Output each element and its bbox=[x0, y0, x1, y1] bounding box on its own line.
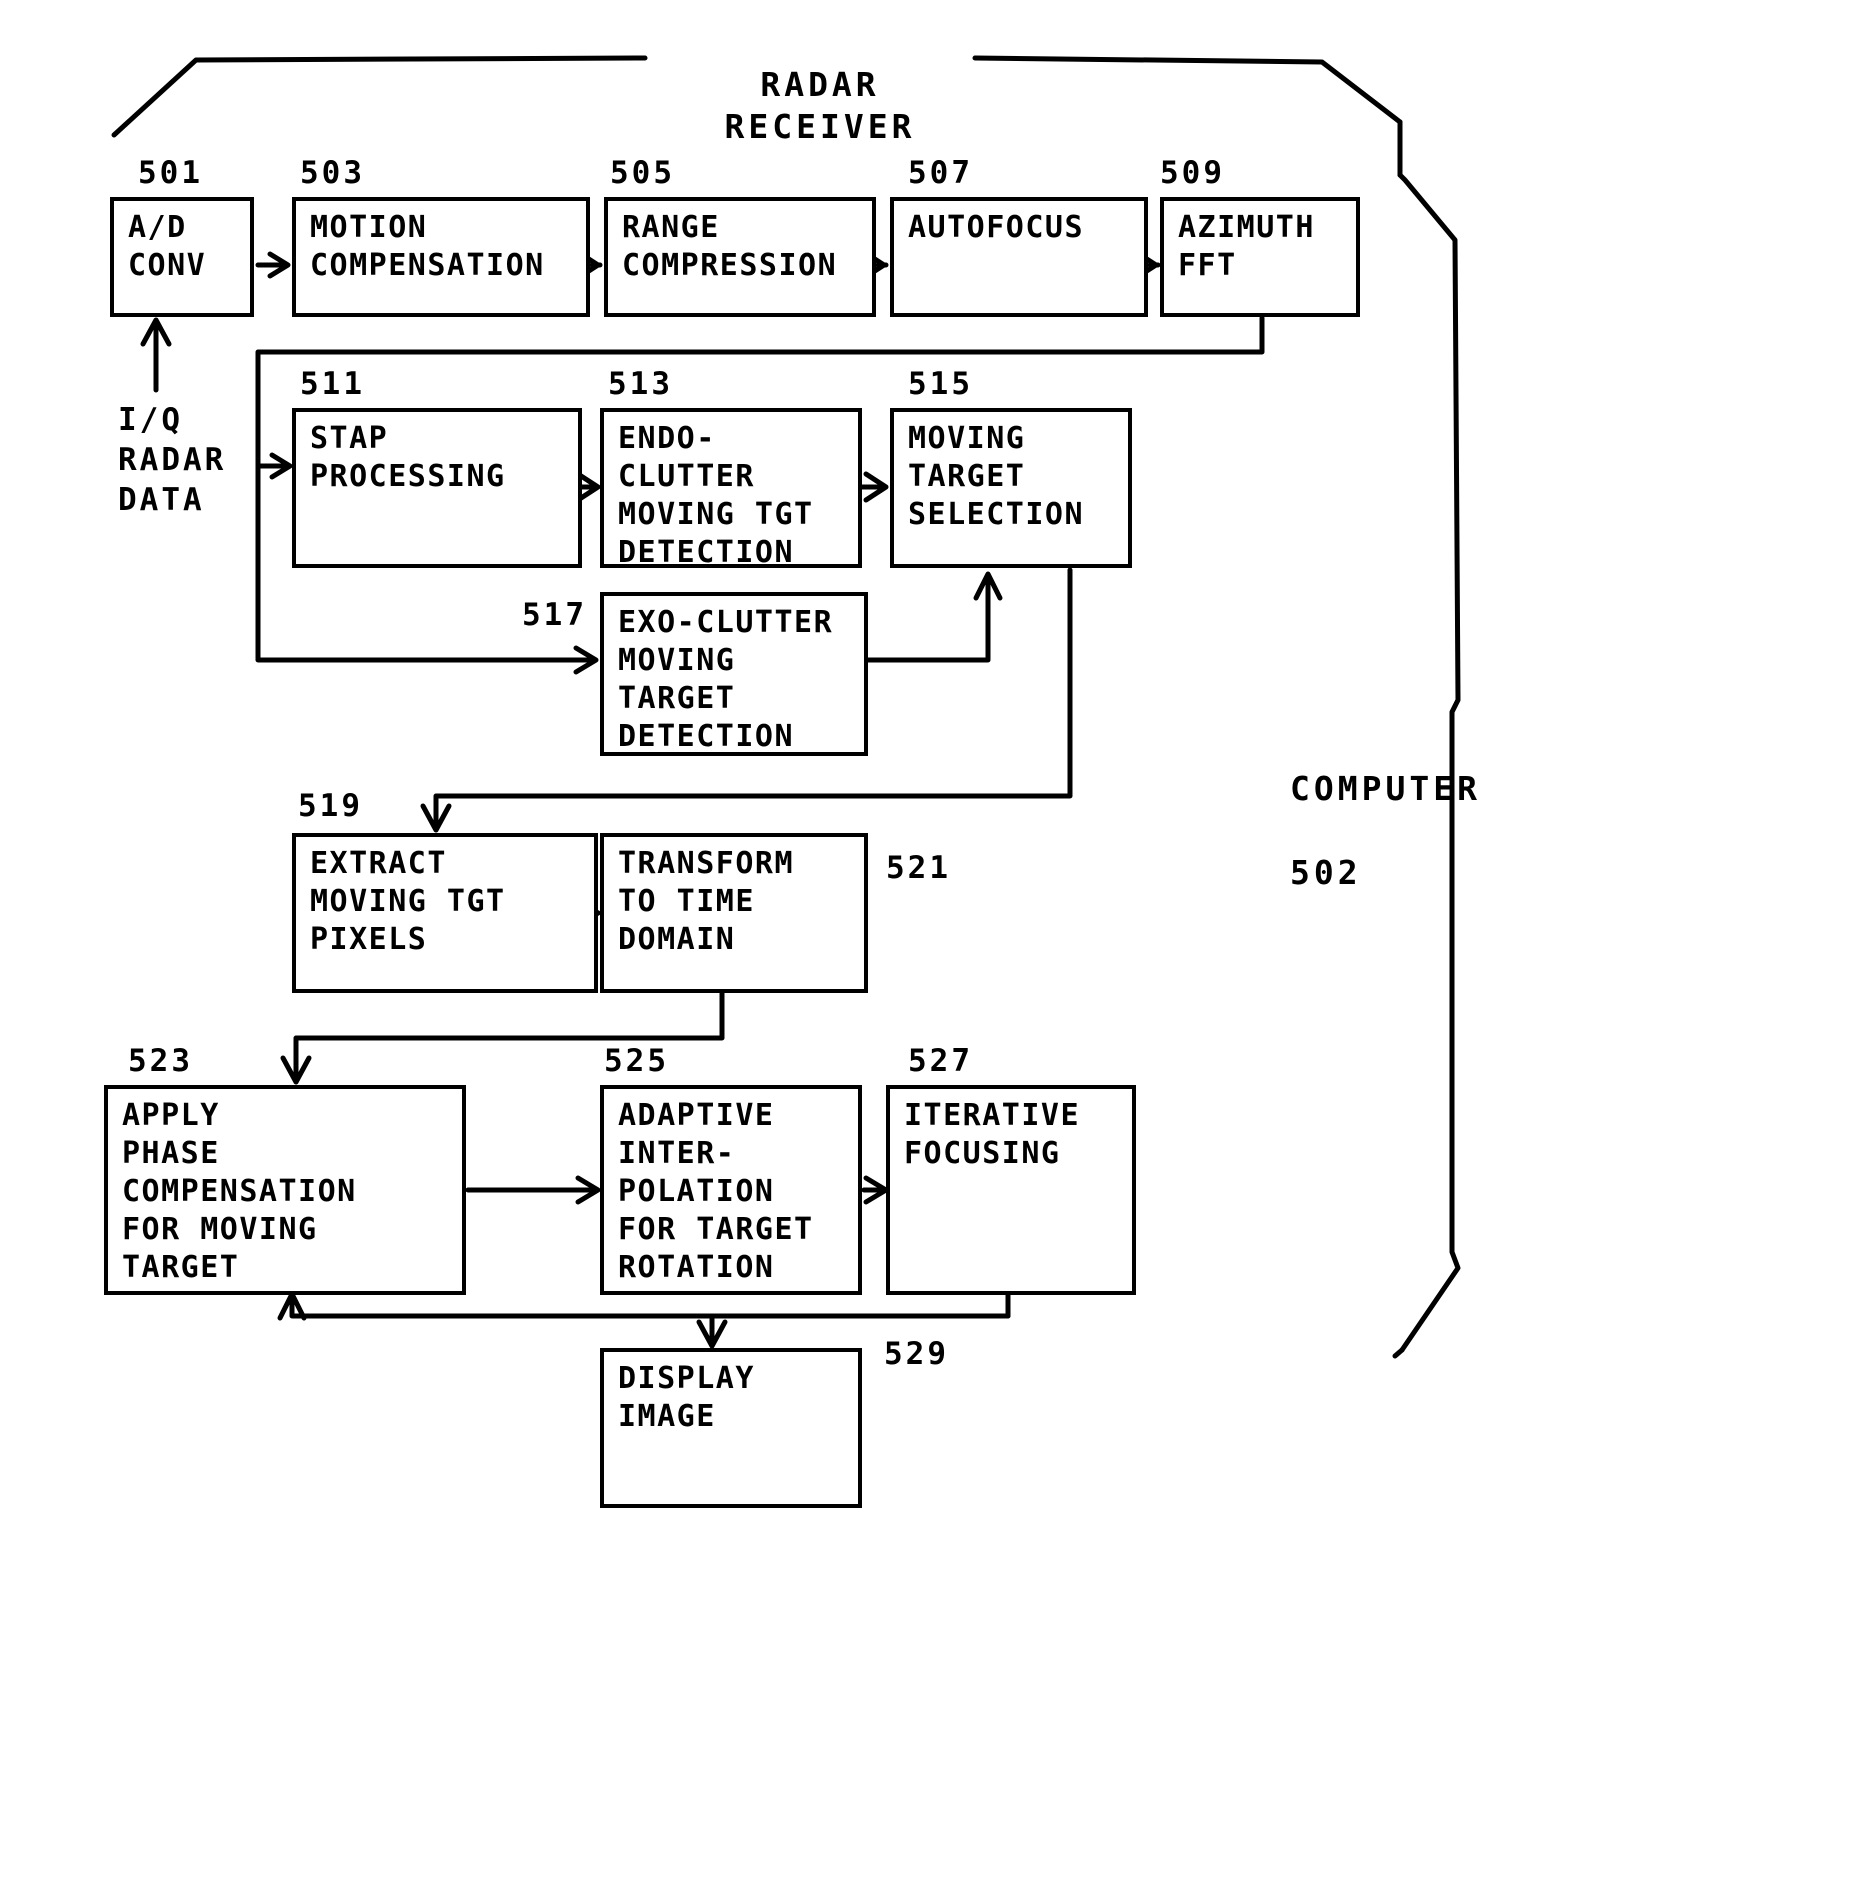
computer-label-text: COMPUTER bbox=[1290, 769, 1481, 808]
process-block-label: A/D CONV bbox=[128, 210, 207, 283]
reference-numeral-519: 519 bbox=[298, 788, 363, 824]
computer-label-ref: 502 bbox=[1290, 853, 1362, 892]
process-block-517: EXO-CLUTTER MOVING TARGET DETECTION bbox=[600, 592, 868, 756]
process-block-501: A/D CONV bbox=[110, 197, 254, 317]
reference-numeral-507: 507 bbox=[908, 155, 973, 191]
computer-label: COMPUTER 502 bbox=[1290, 726, 1570, 894]
process-block-521: TRANSFORM TO TIME DOMAIN bbox=[600, 833, 868, 993]
process-block-519: EXTRACT MOVING TGT PIXELS bbox=[292, 833, 598, 993]
reference-numeral-517: 517 bbox=[522, 597, 587, 633]
reference-numeral-501: 501 bbox=[138, 155, 203, 191]
process-block-label: ITERATIVE FOCUSING bbox=[904, 1098, 1081, 1171]
process-block-label: EXO-CLUTTER MOVING TARGET DETECTION bbox=[618, 605, 834, 754]
reference-numeral-509: 509 bbox=[1160, 155, 1225, 191]
reference-numeral-521: 521 bbox=[886, 850, 951, 886]
process-block-523: APPLY PHASE COMPENSATION FOR MOVING TARG… bbox=[104, 1085, 466, 1295]
input-signal-label: I/Q RADAR DATA bbox=[118, 402, 227, 518]
reference-numeral-523: 523 bbox=[128, 1043, 193, 1079]
process-block-525: ADAPTIVE INTER- POLATION FOR TARGET ROTA… bbox=[600, 1085, 862, 1295]
process-block-label: AUTOFOCUS bbox=[908, 210, 1085, 245]
process-block-509: AZIMUTH FFT bbox=[1160, 197, 1360, 317]
reference-numeral-529: 529 bbox=[884, 1336, 949, 1372]
process-block-label: ENDO- CLUTTER MOVING TGT DETECTION bbox=[618, 421, 814, 570]
reference-numeral-527: 527 bbox=[908, 1043, 973, 1079]
process-block-515: MOVING TARGET SELECTION bbox=[890, 408, 1132, 568]
reference-numeral-515: 515 bbox=[908, 366, 973, 402]
process-block-511: STAP PROCESSING bbox=[292, 408, 582, 568]
process-block-label: EXTRACT MOVING TGT PIXELS bbox=[310, 846, 506, 957]
figure-title-text: RADAR RECEIVER bbox=[724, 65, 916, 146]
patent-figure-canvas: RADAR RECEIVER 500 COMPUTER 502 I/Q RADA… bbox=[0, 0, 1873, 1886]
process-block-505: RANGE COMPRESSION bbox=[604, 197, 876, 317]
process-block-529: DISPLAY IMAGE bbox=[600, 1348, 862, 1508]
process-block-513: ENDO- CLUTTER MOVING TGT DETECTION bbox=[600, 408, 862, 570]
process-block-label: MOVING TARGET SELECTION bbox=[908, 421, 1085, 532]
process-block-label: AZIMUTH FFT bbox=[1178, 210, 1315, 283]
reference-numeral-511: 511 bbox=[300, 366, 365, 402]
process-block-label: MOTION COMPENSATION bbox=[310, 210, 545, 283]
process-block-label: TRANSFORM TO TIME DOMAIN bbox=[618, 846, 795, 957]
reference-numeral-503: 503 bbox=[300, 155, 365, 191]
process-block-label: ADAPTIVE INTER- POLATION FOR TARGET ROTA… bbox=[618, 1098, 814, 1285]
reference-numeral-505: 505 bbox=[610, 155, 675, 191]
process-block-label: STAP PROCESSING bbox=[310, 421, 506, 494]
process-block-label: APPLY PHASE COMPENSATION FOR MOVING TARG… bbox=[122, 1098, 357, 1285]
process-block-label: RANGE COMPRESSION bbox=[622, 210, 838, 283]
process-block-label: DISPLAY IMAGE bbox=[618, 1361, 755, 1434]
process-block-503: MOTION COMPENSATION bbox=[292, 197, 590, 317]
reference-numeral-513: 513 bbox=[608, 366, 673, 402]
process-block-507: AUTOFOCUS bbox=[890, 197, 1148, 317]
process-block-527: ITERATIVE FOCUSING bbox=[886, 1085, 1136, 1295]
reference-numeral-525: 525 bbox=[604, 1043, 669, 1079]
